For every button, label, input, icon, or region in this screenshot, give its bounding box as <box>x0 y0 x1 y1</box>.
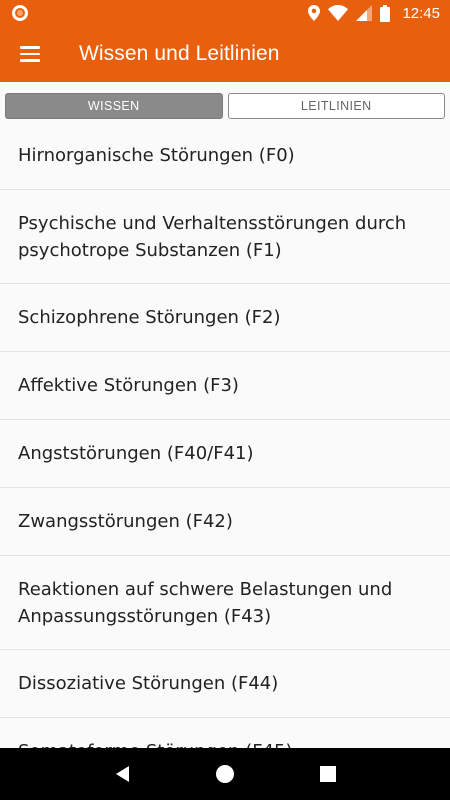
list-item[interactable]: Hirnorganische Störungen (F0) <box>0 122 450 190</box>
status-left <box>12 5 28 21</box>
location-icon <box>308 5 321 21</box>
list-item[interactable]: Zwangsstörungen (F42) <box>0 488 450 556</box>
status-time: 12:45 <box>402 4 440 22</box>
back-icon[interactable] <box>102 754 142 794</box>
list-item-label: Somatoforme Störungen (F45) <box>18 738 292 748</box>
tab-wissen[interactable]: WISSEN <box>5 93 223 119</box>
notification-dot-icon <box>12 5 28 21</box>
recents-icon[interactable] <box>308 754 348 794</box>
menu-line <box>20 46 40 49</box>
list-item[interactable]: Psychische und Verhaltensstörungen durch… <box>0 190 450 284</box>
hamburger-menu-icon[interactable] <box>0 26 60 82</box>
status-right: 12:45 <box>308 4 440 22</box>
system-nav-bar <box>0 748 450 800</box>
list-item[interactable]: Somatoforme Störungen (F45) <box>0 718 450 748</box>
wifi-icon <box>328 5 349 21</box>
list-item[interactable]: Angststörungen (F40/F41) <box>0 420 450 488</box>
list-item-label: Hirnorganische Störungen (F0) <box>18 145 295 166</box>
menu-line <box>20 59 40 62</box>
list-item-label: Dissoziative Störungen (F44) <box>18 673 279 694</box>
battery-icon <box>380 4 391 22</box>
list-item-label: Zwangsstörungen (F42) <box>18 511 233 532</box>
list-item-label: Angststörungen (F40/F41) <box>18 443 254 464</box>
list-item-label: Reaktionen auf schwere Belastungen und A… <box>18 578 393 627</box>
category-list: Hirnorganische Störungen (F0) Psychische… <box>0 122 450 748</box>
status-bar: 12:45 <box>0 0 450 26</box>
list-item[interactable]: Dissoziative Störungen (F44) <box>0 650 450 718</box>
list-item-label: Schizophrene Störungen (F2) <box>18 307 281 328</box>
list-item-label: Psychische und Verhaltensstörungen durch… <box>18 212 407 261</box>
home-icon[interactable] <box>205 754 245 794</box>
page-title: Wissen und Leitlinien <box>79 42 280 65</box>
app-bar: Wissen und Leitlinien <box>0 26 450 82</box>
menu-line <box>20 52 40 56</box>
list-item[interactable]: Reaktionen auf schwere Belastungen und A… <box>0 556 450 650</box>
list-item-label: Affektive Störungen (F3) <box>18 375 239 396</box>
tab-leitlinien[interactable]: LEITLINIEN <box>227 93 445 119</box>
tab-bar: WISSEN LEITLINIEN <box>0 82 450 122</box>
list-item[interactable]: Schizophrene Störungen (F2) <box>0 284 450 352</box>
signal-icon <box>356 5 373 21</box>
list-item[interactable]: Affektive Störungen (F3) <box>0 352 450 420</box>
